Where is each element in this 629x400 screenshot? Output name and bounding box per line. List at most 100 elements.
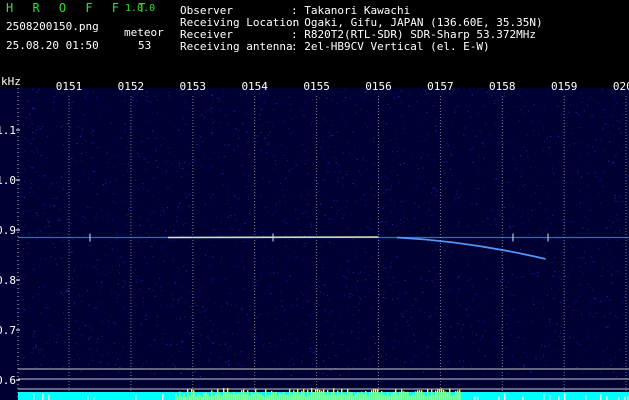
noise-dot — [382, 375, 384, 377]
noise-dot — [526, 357, 528, 359]
x-grid-dot — [254, 363, 256, 364]
x-grid-dot — [563, 132, 565, 133]
noise-dot — [298, 223, 300, 225]
x-tick-label: 0155 — [303, 80, 330, 93]
level-bar — [385, 395, 387, 400]
noise-dot — [264, 138, 266, 140]
x-grid-dot — [439, 180, 441, 181]
noise-dot — [172, 340, 174, 342]
noise-dot — [289, 133, 291, 135]
noise-dot — [456, 298, 457, 300]
noise-dot — [20, 371, 22, 373]
x-grid-dot — [439, 318, 441, 319]
noise-dot — [127, 136, 129, 138]
noise-dot — [590, 96, 592, 98]
noise-dot — [309, 338, 311, 340]
noise-dot — [22, 278, 24, 280]
x-grid-dot — [501, 195, 503, 196]
noise-dot — [238, 137, 240, 139]
noise-dot — [436, 308, 438, 310]
x-grid-dot — [316, 102, 318, 103]
noise-dot — [148, 101, 150, 103]
noise-dot — [508, 194, 510, 196]
noise-dot — [455, 198, 457, 199]
noise-dot — [554, 274, 556, 276]
noise-dot — [231, 191, 233, 193]
noise-dot — [495, 95, 497, 97]
noise-dot — [246, 314, 248, 316]
noise-dot — [482, 145, 484, 147]
noise-dot — [64, 341, 66, 343]
x-grid-dot — [192, 117, 194, 118]
x-grid-dot — [130, 165, 132, 166]
x-grid-dot — [378, 213, 379, 214]
noise-dot — [571, 221, 573, 223]
noise-dot — [431, 250, 433, 252]
noise-dot — [374, 289, 376, 291]
x-grid-dot — [563, 264, 565, 265]
x-grid-dot — [316, 183, 318, 184]
noise-dot — [100, 285, 102, 287]
noise-dot — [314, 194, 316, 196]
level-bar — [96, 394, 98, 400]
noise-dot — [450, 153, 452, 155]
noise-dot — [521, 222, 523, 224]
noise-dot — [358, 233, 360, 235]
noise-dot — [562, 239, 564, 241]
noise-dot — [421, 123, 422, 125]
noise-dot — [201, 287, 203, 289]
noise-dot — [338, 316, 340, 318]
x-grid-dot — [501, 243, 503, 244]
noise-dot — [144, 163, 146, 164]
noise-dot — [197, 309, 199, 311]
noise-dot — [226, 203, 228, 205]
x-grid-dot — [254, 255, 256, 256]
noise-dot — [493, 141, 495, 143]
x-grid-dot — [254, 237, 256, 238]
noise-dot — [230, 304, 232, 306]
noise-dot — [265, 157, 267, 159]
noise-dot — [199, 290, 201, 292]
noise-dot — [168, 188, 170, 190]
noise-dot — [476, 168, 478, 170]
noise-dot — [21, 327, 23, 329]
x-grid-dot — [254, 318, 256, 319]
noise-dot — [261, 335, 263, 337]
x-grid-dot — [439, 222, 441, 223]
x-grid-dot — [501, 285, 503, 286]
noise-dot — [616, 102, 618, 104]
level-bar — [425, 396, 427, 400]
x-grid-dot — [625, 162, 627, 163]
noise-dot — [588, 333, 590, 334]
x-grid-dot — [130, 264, 132, 265]
noise-dot — [386, 189, 388, 190]
hrofft-window: H R O F F T 1.0.0 2508200150.png 25.08.2… — [0, 0, 629, 400]
noise-dot — [120, 330, 122, 332]
x-grid-dot — [192, 180, 194, 181]
noise-dot — [275, 371, 277, 372]
level-bar — [171, 395, 173, 400]
noise-dot — [453, 111, 455, 113]
noise-dot — [509, 142, 511, 144]
level-bar — [247, 390, 249, 400]
x-grid-dot — [254, 327, 256, 328]
noise-dot — [449, 168, 451, 170]
x-grid-dot — [439, 363, 441, 364]
noise-dot — [284, 273, 286, 275]
noise-dot — [454, 336, 456, 338]
x-grid-dot — [192, 126, 194, 127]
noise-dot — [532, 299, 534, 300]
x-grid-dot — [563, 156, 565, 157]
noise-dot — [569, 104, 571, 106]
x-grid-dot — [625, 150, 627, 151]
noise-dot — [318, 190, 320, 192]
noise-dot — [367, 226, 369, 228]
noise-dot — [475, 203, 477, 205]
x-grid-dot — [625, 96, 627, 97]
noise-dot — [52, 130, 54, 132]
noise-dot — [46, 136, 48, 138]
noise-dot — [567, 292, 569, 294]
x-grid-dot — [316, 318, 318, 319]
x-grid-dot — [563, 189, 565, 190]
noise-dot — [568, 306, 570, 308]
